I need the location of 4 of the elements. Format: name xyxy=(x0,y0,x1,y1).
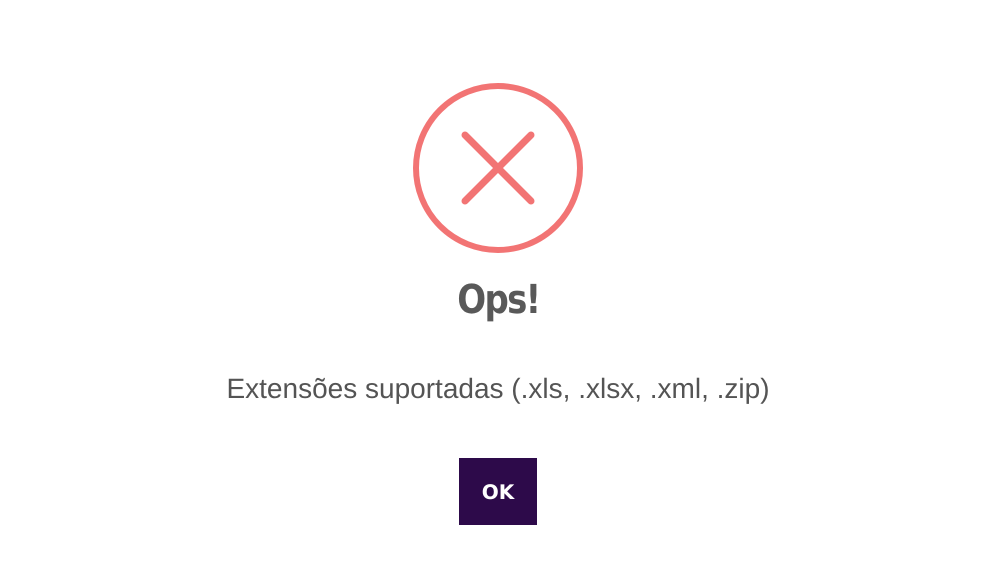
dialog-title: Ops! xyxy=(456,276,540,324)
error-icon xyxy=(410,82,586,254)
dialog-message: Extensões suportadas (.xls, .xlsx, .xml, .zip) xyxy=(226,372,770,406)
ok-button[interactable]: OK xyxy=(459,458,537,525)
